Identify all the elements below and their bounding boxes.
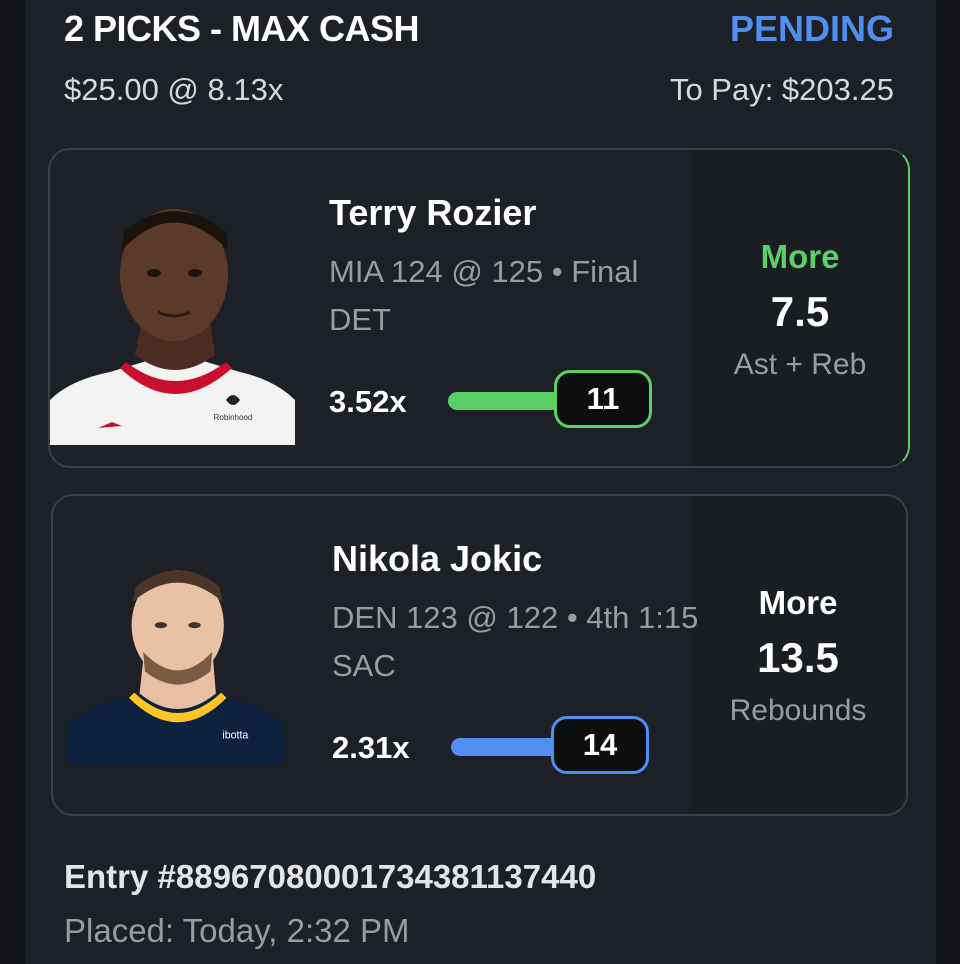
player-headshot-jokic: ibotta — [66, 556, 285, 765]
pick-card-rozier[interactable]: Robinhood Terry Rozier MIA 124 @ 125 • F… — [48, 148, 910, 468]
current-stat-pill: 14 — [551, 716, 649, 774]
jersey-sponsor-logo: Robinhood — [214, 413, 253, 422]
projection-line: 7.5 — [770, 288, 830, 335]
jersey-sponsor-logo: ibotta — [222, 730, 248, 742]
entry-title: 2 PICKS - MAX CASH — [64, 8, 420, 49]
stat-type: Rebounds — [729, 694, 867, 727]
stake-amount: $25.00 @ 8.13x — [64, 72, 284, 107]
pick-multiplier: 2.31x — [332, 730, 410, 765]
entry-id: Entry #889670800017343811374​40 — [64, 858, 597, 895]
current-stat-pill: 11 — [554, 370, 652, 428]
entry-panel — [25, 0, 936, 964]
game-matchup: DEN 123 @ 122 • 4th 1:15 — [332, 600, 699, 635]
game-opponent: SAC — [332, 648, 396, 683]
status-badge: PENDING — [729, 8, 894, 49]
projection-line: 13.5 — [757, 634, 839, 681]
entry-screen: 2 PICKS - MAX CASH PENDING $25.00 @ 8.13… — [0, 0, 960, 964]
game-matchup: MIA 124 @ 125 • Final — [329, 254, 639, 289]
player-headshot-rozier: Robinhood — [50, 180, 295, 445]
pick-card-jokic[interactable]: ibotta Nikola Jokic DEN 123 @ 122 • 4th … — [51, 494, 908, 816]
direction-label: More — [758, 584, 838, 621]
pick-multiplier: 3.52x — [329, 384, 407, 419]
stat-type: Ast + Reb — [733, 348, 867, 381]
placed-time: Placed: Today, 2:32 PM — [64, 912, 410, 949]
game-opponent: DET — [329, 302, 391, 337]
to-pay-amount: To Pay: $203.25 — [669, 72, 894, 107]
direction-label: More — [760, 238, 840, 275]
player-name: Terry Rozier — [329, 192, 537, 233]
player-name: Nikola Jokic — [332, 538, 543, 579]
progress-bar — [448, 392, 568, 410]
